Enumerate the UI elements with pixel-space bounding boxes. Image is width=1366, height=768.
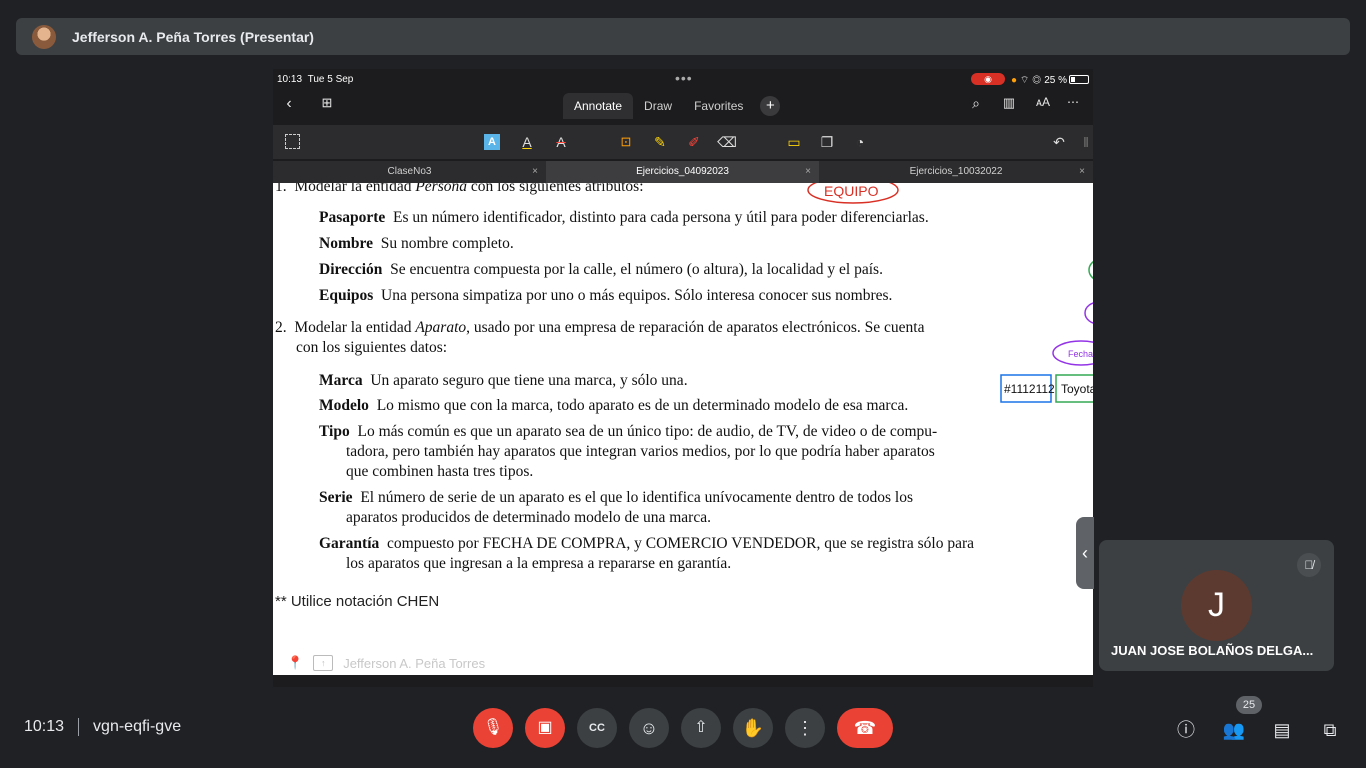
captions-button[interactable]: CC [577, 708, 617, 748]
equipo-label: EQUIPO [824, 183, 879, 199]
raise-hand-button[interactable]: ✋ [733, 708, 773, 748]
meeting-code: vgn-eqfi-gve [93, 718, 182, 735]
shared-screen: 10:13 Tue 5 Sep ••• ◉ ● ⌔ ◎ 25 % ‹ ⊞ Ann… [273, 69, 1093, 687]
meeting-details-icon[interactable]: ⓘ [1172, 716, 1200, 744]
divider [78, 718, 80, 736]
document-page[interactable]: 1. Modelar la entidad Persona con los si… [273, 183, 1093, 675]
tab-annotate[interactable]: Annotate [563, 93, 634, 119]
doc-tab-ejercicios-04092023[interactable]: Ejercicios_04092023 × [546, 161, 819, 183]
timer-icon[interactable]: ◔ [850, 132, 870, 152]
search-icon[interactable]: ⌕ [964, 95, 988, 112]
comment-icon[interactable]: ▭ [784, 132, 804, 152]
present-button[interactable]: ⇧ [681, 708, 721, 748]
pen-icon[interactable]: ✎ [650, 132, 670, 152]
handwritten-annotations: EQUIPO Fecha #1112112 Toyota [807, 183, 1093, 403]
mic-off-button[interactable]: 🎙 [473, 708, 513, 748]
footer-name: Jefferson A. Peña Torres [343, 655, 486, 671]
close-icon[interactable]: × [1079, 161, 1085, 183]
participant-avatar: J [1181, 570, 1252, 641]
emoji-button[interactable]: ☺ [629, 708, 669, 748]
text-highlight-icon[interactable]: A [484, 134, 500, 150]
status-icons: ● ⌔ ◎ 25 % [1011, 75, 1067, 86]
lasso-select-icon[interactable] [285, 134, 300, 149]
doc-tab-claseno3[interactable]: ClaseNo3 × [273, 161, 546, 183]
more-options-button[interactable]: ⋮ [785, 708, 825, 748]
undo-icon[interactable]: ↶ [1049, 132, 1069, 152]
meeting-time: 10:13 [24, 718, 65, 735]
chat-icon[interactable]: ▤ [1268, 716, 1296, 744]
screen-record-indicator: ◉ [971, 73, 1005, 85]
text-strikethrough-icon[interactable]: A [551, 132, 571, 152]
green-mark [1088, 261, 1093, 279]
mode-tabs: Annotate Draw Favorites + [563, 93, 781, 119]
eraser-icon[interactable]: ⌫ [717, 132, 737, 152]
camera-off-button[interactable]: ▣ [525, 708, 565, 748]
participant-tile[interactable]: J 🎙̸ JUAN JOSE BOLAÑOS DELGA... [1099, 540, 1334, 671]
annotation-toolbar: A A A ⊡ ✎ ✐ ⌫ ▭ ❐ ◔ ↶ ‖ [273, 125, 1093, 159]
toyota-label: Toyota [1061, 382, 1093, 396]
doc-tab-ejercicios-10032022[interactable]: Ejercicios_10032022 × [819, 161, 1093, 183]
fecha-label: Fecha [1068, 349, 1093, 359]
presenter-bar: Jefferson A. Peña Torres (Presentar) [16, 18, 1350, 55]
close-icon[interactable]: × [805, 161, 811, 183]
status-time: 10:13 Tue 5 Sep [277, 74, 354, 85]
multitask-dots: ••• [675, 70, 693, 86]
presenter-name: Jefferson A. Peña Torres (Presentar) [72, 28, 314, 45]
document-tabs: ClaseNo3 × Ejercicios_04092023 × Ejercicio… [273, 161, 1093, 183]
leave-call-button[interactable]: ☎ [837, 708, 893, 748]
screen-share-icon: ↑ [313, 655, 334, 671]
participant-name: JUAN JOSE BOLAÑOS DELGA... [1111, 643, 1314, 658]
battery-icon [1069, 75, 1089, 84]
mic-off-icon: 🎙̸ [1297, 553, 1321, 577]
meeting-info: 10:13 vgn-eqfi-gve [24, 718, 181, 736]
text-size-icon[interactable]: ᴀA [1031, 95, 1055, 109]
ipad-status-bar: 10:13 Tue 5 Sep ••• ◉ ● ⌔ ◎ 25 % [273, 69, 1093, 89]
text-box-icon[interactable]: ⊡ [616, 132, 636, 152]
tab-draw[interactable]: Draw [633, 93, 683, 119]
toolbar-handle-icon[interactable]: ‖ [1076, 132, 1093, 152]
panel-toggle-icon[interactable]: ‹ [1076, 517, 1094, 589]
text-underline-icon[interactable]: A [517, 132, 537, 152]
people-icon[interactable]: 👥 [1220, 716, 1248, 744]
purple-mark [1084, 302, 1093, 324]
highlighter-icon[interactable]: ✐ [684, 132, 704, 152]
shapes-icon[interactable]: ❐ [817, 132, 837, 152]
activities-icon[interactable]: ⧉ [1316, 716, 1344, 744]
people-count-badge: 25 [1236, 696, 1262, 714]
more-icon[interactable]: ⋯ [1061, 95, 1085, 109]
presenter-avatar [32, 24, 56, 49]
screen-bottom-edge [273, 675, 1093, 687]
book-icon[interactable]: ▥ [997, 95, 1021, 111]
back-icon[interactable]: ‹ [277, 95, 301, 113]
grid-icon[interactable]: ⊞ [315, 95, 339, 111]
close-icon[interactable]: × [532, 161, 538, 183]
goodnotes-nav: ‹ ⊞ Annotate Draw Favorites + ⌕ ▥ ᴀA ⋯ [273, 91, 1093, 121]
numbers-label: #1112112 [1004, 382, 1055, 396]
pin-icon: 📍 [287, 655, 304, 670]
page-footer: 📍 ↑ Jefferson A. Peña Torres [287, 655, 485, 671]
tab-favorites[interactable]: Favorites [683, 93, 754, 119]
add-tool-button[interactable]: + [760, 96, 781, 116]
